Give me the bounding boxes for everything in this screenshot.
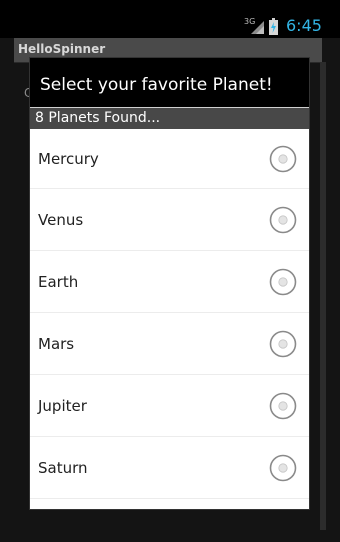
dialog-header: Select your favorite Planet! [30,58,309,107]
count-text: 8 Planets Found... [35,110,161,126]
app-frame-edge [320,62,326,530]
planet-item-earth[interactable]: Earth [30,251,309,313]
app-title: HelloSpinner [18,42,106,56]
planet-label: Mercury [38,149,99,168]
planet-list: Mercury Venus Earth Mars Jupiter Saturn [30,129,309,509]
planet-item-saturn[interactable]: Saturn [30,437,309,499]
dialog-title: Select your favorite Planet! [40,75,273,95]
radio-button-icon[interactable] [269,206,297,234]
battery-icon [269,18,278,35]
planet-item-venus[interactable]: Venus [30,189,309,251]
count-bar: 8 Planets Found... [30,107,309,129]
planet-label: Earth [38,272,79,291]
radio-button-icon[interactable] [269,268,297,296]
planet-label: Jupiter [38,396,87,415]
radio-button-icon[interactable] [269,454,297,482]
status-time: 6:45 [286,16,322,35]
radio-button-icon[interactable] [269,330,297,358]
planet-label: Mars [38,334,75,353]
radio-button-icon[interactable] [269,145,297,173]
planet-item-partial[interactable] [30,499,309,509]
status-bar: 3G 6:45 [0,0,340,38]
signal-icon [251,21,264,34]
planet-item-mars[interactable]: Mars [30,313,309,375]
planet-label: Saturn [38,458,88,477]
planet-label: Venus [38,210,84,229]
planet-picker-dialog: Select your favorite Planet! 8 Planets F… [29,57,310,510]
planet-item-jupiter[interactable]: Jupiter [30,375,309,437]
planet-item-mercury[interactable]: Mercury [30,129,309,189]
radio-button-icon[interactable] [269,392,297,420]
